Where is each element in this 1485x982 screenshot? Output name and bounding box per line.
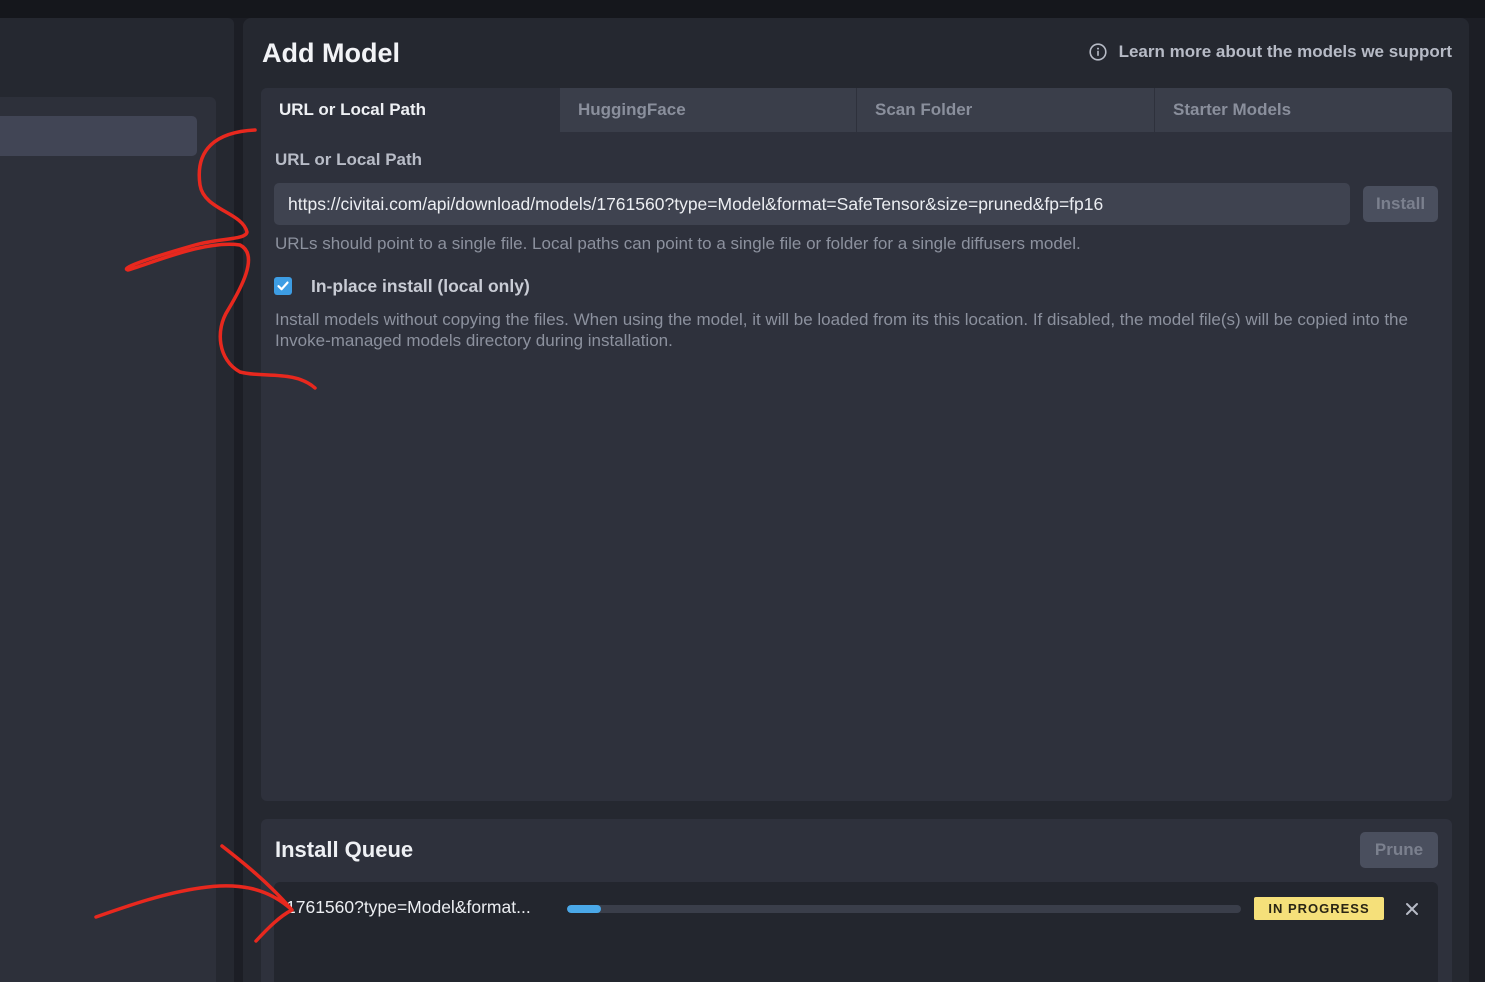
status-badge: IN PROGRESS bbox=[1254, 897, 1384, 920]
learn-more-link[interactable]: Learn more about the models we support bbox=[1088, 42, 1452, 62]
inplace-install-checkbox[interactable] bbox=[274, 277, 292, 295]
queue-item-name: 1761560?type=Model&format... bbox=[286, 897, 531, 917]
top-bar bbox=[0, 0, 1485, 18]
url-field-label: URL or Local Path bbox=[275, 150, 423, 169]
install-button[interactable]: Install bbox=[1363, 186, 1438, 222]
url-input[interactable] bbox=[274, 183, 1350, 225]
tab-scan-folder[interactable]: Scan Folder bbox=[856, 88, 1154, 132]
queue-item-progress-bar bbox=[567, 905, 1241, 913]
inplace-install-label[interactable]: In-place install (local only) bbox=[311, 276, 530, 297]
learn-more-text: Learn more about the models we support bbox=[1118, 42, 1452, 61]
prune-button[interactable]: Prune bbox=[1360, 832, 1438, 868]
remove-queue-item-button[interactable] bbox=[1402, 899, 1422, 919]
install-queue-title: Install Queue bbox=[275, 837, 414, 862]
close-icon bbox=[1406, 903, 1418, 915]
queue-item-progress-fill bbox=[567, 905, 601, 913]
inplace-install-description: Install models without copying the files… bbox=[275, 310, 1408, 350]
model-list-panel bbox=[0, 97, 216, 982]
tab-starter-models[interactable]: Starter Models bbox=[1154, 88, 1452, 132]
checkmark-icon bbox=[277, 281, 289, 291]
page-title: Add Model bbox=[262, 38, 400, 68]
tab-list: URL or Local Path HuggingFace Scan Folde… bbox=[261, 88, 1452, 132]
model-list-selected-item[interactable] bbox=[0, 116, 197, 156]
url-help-text: URLs should point to a single file. Loca… bbox=[275, 234, 1081, 253]
tab-url-or-local-path[interactable]: URL or Local Path bbox=[261, 88, 559, 132]
tab-huggingface[interactable]: HuggingFace bbox=[559, 88, 856, 132]
info-circle-icon bbox=[1088, 43, 1107, 61]
